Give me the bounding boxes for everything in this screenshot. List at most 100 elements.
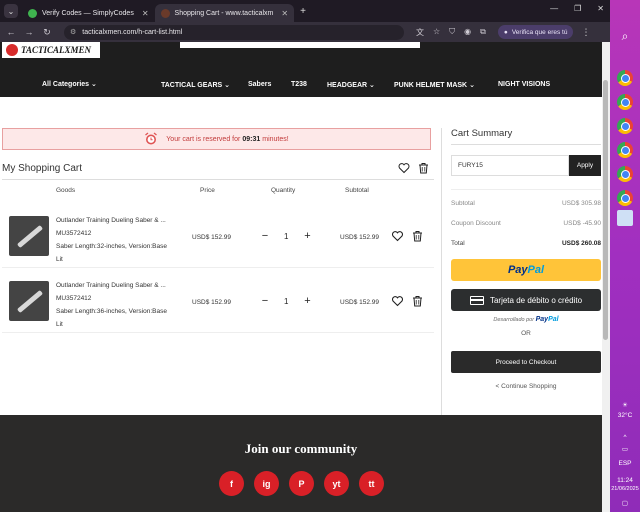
close-tab-icon[interactable]: ✕	[142, 9, 149, 18]
nav-night-visions[interactable]: NIGHT VISIONS	[498, 81, 550, 88]
back-arrow-icon[interactable]: ←	[4, 27, 18, 37]
product-sku: MU3572412	[56, 230, 92, 237]
chrome-icon[interactable]	[617, 70, 633, 86]
nav-t238[interactable]: T238	[291, 81, 307, 88]
cart-item-row: Outlander Training Dueling Saber & ... M…	[2, 269, 434, 333]
url-text: tacticalxmen.com/h-cart-list.html	[82, 28, 183, 36]
wishlist-heart-icon[interactable]	[391, 295, 404, 307]
nav-sabers[interactable]: Sabers	[248, 81, 271, 88]
clock-date[interactable]: 21/06/2025	[610, 485, 640, 493]
nav-headgear[interactable]: HEADGEAR ⌄	[327, 81, 375, 89]
tiktok-icon[interactable]: tt	[359, 471, 384, 496]
decrease-quantity-button[interactable]: −	[260, 295, 270, 307]
cart-summary-title: Cart Summary	[451, 128, 513, 139]
product-options: Saber Length:36-inches, Version:Base	[56, 308, 167, 315]
facebook-icon[interactable]: f	[219, 471, 244, 496]
close-window-icon[interactable]: ✕	[597, 4, 604, 13]
quantity-value[interactable]: 1	[284, 232, 288, 241]
chrome-profile-icon[interactable]	[617, 118, 633, 134]
column-header-subtotal: Subtotal	[345, 187, 369, 194]
tray-chevron-icon[interactable]: ^	[610, 434, 640, 442]
tacticalxmen-favicon-icon	[160, 8, 170, 18]
product-thumbnail[interactable]	[9, 281, 49, 321]
tab-search-chevron-icon[interactable]: ⌄	[4, 4, 18, 18]
profile-avatar-icon: ●	[503, 28, 508, 36]
minimize-icon[interactable]: —	[550, 4, 558, 13]
increase-quantity-button[interactable]: +	[302, 230, 312, 242]
join-community-heading: Join our community	[244, 441, 358, 456]
network-icon[interactable]: ▭	[610, 446, 640, 454]
url-field[interactable]: ⚙ tacticalxmen.com/h-cart-list.html	[64, 24, 404, 40]
close-tab-icon[interactable]: ✕	[281, 9, 288, 18]
decrease-quantity-button[interactable]: −	[260, 230, 270, 242]
alarm-clock-icon	[145, 132, 158, 145]
apply-coupon-button[interactable]: Apply	[569, 155, 601, 176]
increase-quantity-button[interactable]: +	[302, 295, 312, 307]
windows-start-icon[interactable]	[618, 8, 632, 22]
site-logo[interactable]: TACTICALXMEN	[2, 42, 100, 58]
summary-total-line: Total USD$ 260.08	[451, 240, 601, 247]
browser-menu-icon[interactable]: ⋮	[581, 27, 590, 38]
notifications-icon[interactable]: ▢	[610, 500, 640, 508]
continue-shopping-link[interactable]: < Continue Shopping	[451, 383, 601, 390]
language-indicator[interactable]: ESP	[610, 460, 640, 468]
tab-verify-codes[interactable]: Verify Codes — SimplyCodes ✕	[22, 4, 155, 22]
site-search-input[interactable]	[180, 42, 420, 48]
site-footer: Join our community f ig P yt tt	[0, 415, 602, 512]
column-divider	[441, 128, 442, 438]
tab-shopping-cart[interactable]: Shopping Cart - www.tacticalxm ✕	[154, 4, 295, 22]
remove-item-trash-icon[interactable]	[412, 230, 423, 242]
document-app-icon[interactable]	[617, 210, 633, 226]
instagram-icon[interactable]: ig	[254, 471, 279, 496]
paypal-button[interactable]: Pay Pal	[451, 259, 601, 281]
clock-time[interactable]: 11:24	[610, 477, 640, 485]
item-price: USD$ 152.99	[192, 299, 232, 306]
nav-punk-helmet-mask[interactable]: PUNK HELMET MASK ⌄	[394, 81, 475, 89]
chrome-profile-icon[interactable]	[617, 190, 633, 206]
reload-icon[interactable]: ↻	[40, 27, 54, 38]
proceed-to-checkout-button[interactable]: Proceed to Checkout	[451, 351, 601, 373]
restore-icon[interactable]: ❐	[574, 4, 581, 13]
chrome-profile-icon[interactable]	[617, 94, 633, 110]
wishlist-heart-icon[interactable]	[391, 230, 404, 242]
coupon-code-input[interactable]: FURY15	[451, 155, 569, 176]
youtube-icon[interactable]: yt	[324, 471, 349, 496]
delete-all-trash-icon[interactable]	[418, 162, 429, 174]
move-to-wishlist-heart-icon[interactable]	[398, 162, 410, 174]
product-name-link[interactable]: Outlander Training Dueling Saber & ...	[56, 214, 167, 227]
column-header-goods: Goods	[56, 187, 76, 194]
address-bar-row: ← → ↻ ⚙ tacticalxmen.com/h-cart-list.htm…	[0, 22, 610, 42]
web-page: TACTICALXMEN All Categories ⌄ TACTICAL G…	[0, 42, 602, 512]
product-sku: MU3572412	[56, 295, 92, 302]
verify-profile-button[interactable]: ● Verifica que eres tú	[497, 25, 574, 39]
nav-all-categories[interactable]: All Categories ⌄	[42, 80, 97, 88]
remove-item-trash-icon[interactable]	[412, 295, 423, 307]
weather-icon[interactable]: ☀	[610, 402, 640, 410]
divider	[451, 144, 601, 145]
item-subtotal: USD$ 152.99	[340, 299, 380, 306]
product-thumbnail[interactable]	[9, 216, 49, 256]
extensions-puzzle-icon[interactable]: ⧉	[480, 27, 486, 38]
item-subtotal: USD$ 152.99	[340, 234, 380, 241]
pinterest-icon[interactable]: P	[289, 471, 314, 496]
quantity-value[interactable]: 1	[284, 297, 288, 306]
product-name-link[interactable]: Outlander Training Dueling Saber & ...	[56, 279, 167, 292]
quantity-stepper: − 1 +	[260, 230, 312, 242]
nav-tactical-gears[interactable]: TACTICAL GEARS ⌄	[161, 81, 230, 89]
shield-extension-icon[interactable]: ⛉	[449, 27, 455, 38]
extension-circle-icon[interactable]: ◉	[464, 27, 471, 38]
translate-icon[interactable]: 文	[416, 27, 424, 38]
item-price: USD$ 152.99	[192, 234, 232, 241]
simplycodes-favicon-icon	[28, 8, 37, 18]
weather-temp[interactable]: 32°C	[610, 412, 640, 420]
page-scrollbar-thumb[interactable]	[603, 80, 608, 340]
chrome-profile-icon[interactable]	[617, 166, 633, 182]
bookmark-star-icon[interactable]: ☆	[433, 27, 440, 38]
column-header-quantity: Quantity	[271, 187, 296, 194]
chrome-profile-icon[interactable]	[617, 142, 633, 158]
forward-arrow-icon[interactable]: →	[22, 27, 36, 37]
debit-credit-card-button[interactable]: Tarjeta de débito o crédito	[451, 289, 601, 311]
search-icon[interactable]: ⌕	[617, 28, 633, 44]
new-tab-plus-icon[interactable]: +	[300, 6, 306, 17]
site-info-icon[interactable]: ⚙	[70, 28, 76, 36]
